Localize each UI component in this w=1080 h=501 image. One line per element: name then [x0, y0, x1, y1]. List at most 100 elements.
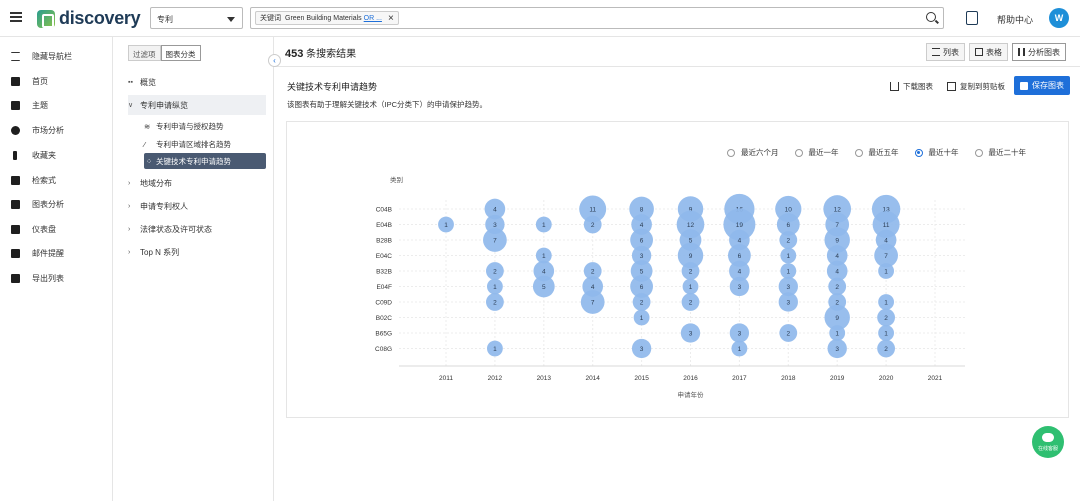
bubble-value-label: 2 [640, 299, 644, 306]
avatar[interactable]: W [1049, 8, 1069, 28]
bubble-value-label: 9 [835, 315, 839, 322]
menu-icon[interactable] [10, 12, 22, 22]
bubble-value-label: 2 [835, 284, 839, 291]
bubble-value-label: 2 [493, 299, 497, 306]
x-tick-label: 2021 [928, 375, 943, 382]
bubble-value-label: 7 [493, 237, 497, 244]
download-label: 下载图表 [903, 82, 933, 91]
help-center-link[interactable]: 帮助中心 [997, 13, 1033, 26]
view-table-label: 表格 [986, 47, 1002, 57]
tree-group-label: 法律状态及许可状态 [140, 224, 212, 234]
sidebar-item-home[interactable]: 首页 [0, 71, 113, 91]
sidebar-item-topic[interactable]: 主题 [0, 95, 113, 115]
sidebar-item-label: 检索式 [32, 175, 56, 185]
bubble-value-label: 1 [884, 330, 888, 337]
sidebar-item-export[interactable]: 导出列表 [0, 268, 113, 288]
view-chart-button[interactable]: 分析图表 [1012, 43, 1066, 61]
chat-icon [1042, 433, 1054, 442]
clipboard-icon [947, 82, 956, 91]
download-icon [890, 82, 899, 91]
sidebar-item-label: 邮件提醒 [32, 248, 64, 258]
chevron-right-icon: › [128, 225, 131, 233]
save-icon [1020, 81, 1028, 90]
bubble-value-label: 3 [786, 284, 790, 291]
bubble-value-label: 1 [640, 315, 644, 322]
type-select[interactable]: 专利 [150, 7, 243, 29]
trend-icon: ⁄ [144, 139, 146, 149]
y-tick-label: C04B [376, 207, 392, 214]
bubble-value-label: 12 [834, 206, 842, 213]
bubble-value-label: 2 [786, 330, 790, 337]
download-chart-button[interactable]: 下载图表 [890, 81, 933, 92]
online-support-button[interactable]: 在线客服 [1032, 426, 1064, 458]
view-tabs: 列表 表格 分析图表 [922, 43, 1066, 61]
bubble-value-label: 2 [884, 315, 888, 322]
bubble-value-label: 3 [835, 346, 839, 353]
x-tick-label: 2012 [488, 375, 503, 382]
sidebar-item-collapse-nav[interactable]: 隐藏导航栏 [0, 46, 113, 66]
result-number: 453 [285, 48, 304, 60]
keyword-chip[interactable]: 关键词 Green Building Materials OR ... × [255, 11, 399, 25]
bubble-value-label: 9 [689, 253, 693, 260]
bubble-value-label: 2 [689, 299, 693, 306]
bubble-value-label: 2 [591, 268, 595, 275]
brand-name: discovery [59, 8, 141, 28]
copy-clipboard-button[interactable]: 复制到剪贴板 [947, 81, 1005, 92]
x-axis-label: 申请年份 [678, 390, 705, 399]
y-tick-label: C09D [375, 300, 392, 307]
tree-sub-label: 专利申请区域排名趋势 [156, 139, 231, 149]
tree-sub-key-tech[interactable]: ⁘ 关键技术专利申请趋势 [144, 153, 266, 169]
topic-icon [11, 100, 20, 110]
sidebar-item-dashboard[interactable]: 仪表盘 [0, 219, 113, 239]
list-icon [932, 48, 940, 56]
collapse-panel-button[interactable]: ‹ [268, 54, 281, 67]
bubble-value-label: 19 [736, 222, 744, 229]
scatter-icon: ⁘ [146, 156, 153, 166]
y-tick-label: B65G [375, 331, 392, 338]
tab-filter[interactable]: 过滤项 [128, 45, 161, 61]
bubble-value-label: 1 [444, 222, 448, 229]
sidebar-item-label: 市场分析 [32, 125, 64, 135]
bubble-value-label: 6 [786, 222, 790, 229]
y-tick-label: C08G [375, 346, 392, 353]
view-table-button[interactable]: 表格 [969, 43, 1008, 61]
sidebar-item-mail[interactable]: 邮件提醒 [0, 243, 113, 263]
save-label: 保存图表 [1032, 81, 1064, 90]
bubble-value-label: 1 [542, 222, 546, 229]
search-icon[interactable] [926, 12, 936, 22]
y-tick-label: B02C [376, 315, 393, 322]
x-tick-label: 2011 [439, 375, 453, 382]
logo[interactable]: discovery [37, 8, 141, 29]
sidebar-item-query[interactable]: 检索式 [0, 170, 113, 190]
view-list-button[interactable]: 列表 [926, 43, 965, 61]
search-input[interactable]: 关键词 Green Building Materials OR ... × [250, 7, 944, 29]
sidebar-item-label: 收藏夹 [32, 150, 56, 160]
dashboard-icon [11, 224, 20, 234]
chip-key: 关键词 [260, 15, 281, 22]
chat-label: 在线客服 [1037, 446, 1058, 452]
tab-chart-category[interactable]: 图表分类 [160, 45, 201, 61]
pie-icon [11, 125, 20, 135]
trend-icon: ≋ [144, 121, 151, 131]
bubble-value-label: 11 [883, 222, 890, 229]
translate-icon[interactable] [966, 11, 978, 25]
sidebar-item-pie[interactable]: 市场分析 [0, 120, 113, 140]
chip-more-link[interactable]: OR ... [364, 15, 382, 22]
brand-icon [37, 9, 55, 28]
y-axis-label: 类别 [390, 175, 403, 184]
save-chart-button[interactable]: 保存图表 [1014, 76, 1070, 95]
y-tick-label: E04F [376, 284, 392, 291]
sidebar-item-pin[interactable]: 收藏夹 [0, 145, 113, 165]
bubble-value-label: 4 [493, 206, 497, 213]
close-icon[interactable]: × [388, 13, 394, 24]
main-content: 453 条搜索结果 列表 表格 分析图表 关键技术专利申请趋势 该图表有助于理解… [275, 37, 1080, 501]
home-icon [11, 76, 20, 86]
sidebar-item-bar-chart[interactable]: 图表分析 [0, 194, 113, 214]
tree-group-patent[interactable]: ∨ 专利申请纵览 [128, 95, 266, 115]
bubble-value-label: 2 [493, 268, 497, 275]
bubble-value-label: 4 [835, 268, 839, 275]
bubble-value-label: 4 [835, 253, 839, 260]
sidebar-item-label: 图表分析 [32, 199, 64, 209]
chevron-right-icon: › [128, 179, 131, 187]
bubble-value-label: 6 [640, 284, 644, 291]
